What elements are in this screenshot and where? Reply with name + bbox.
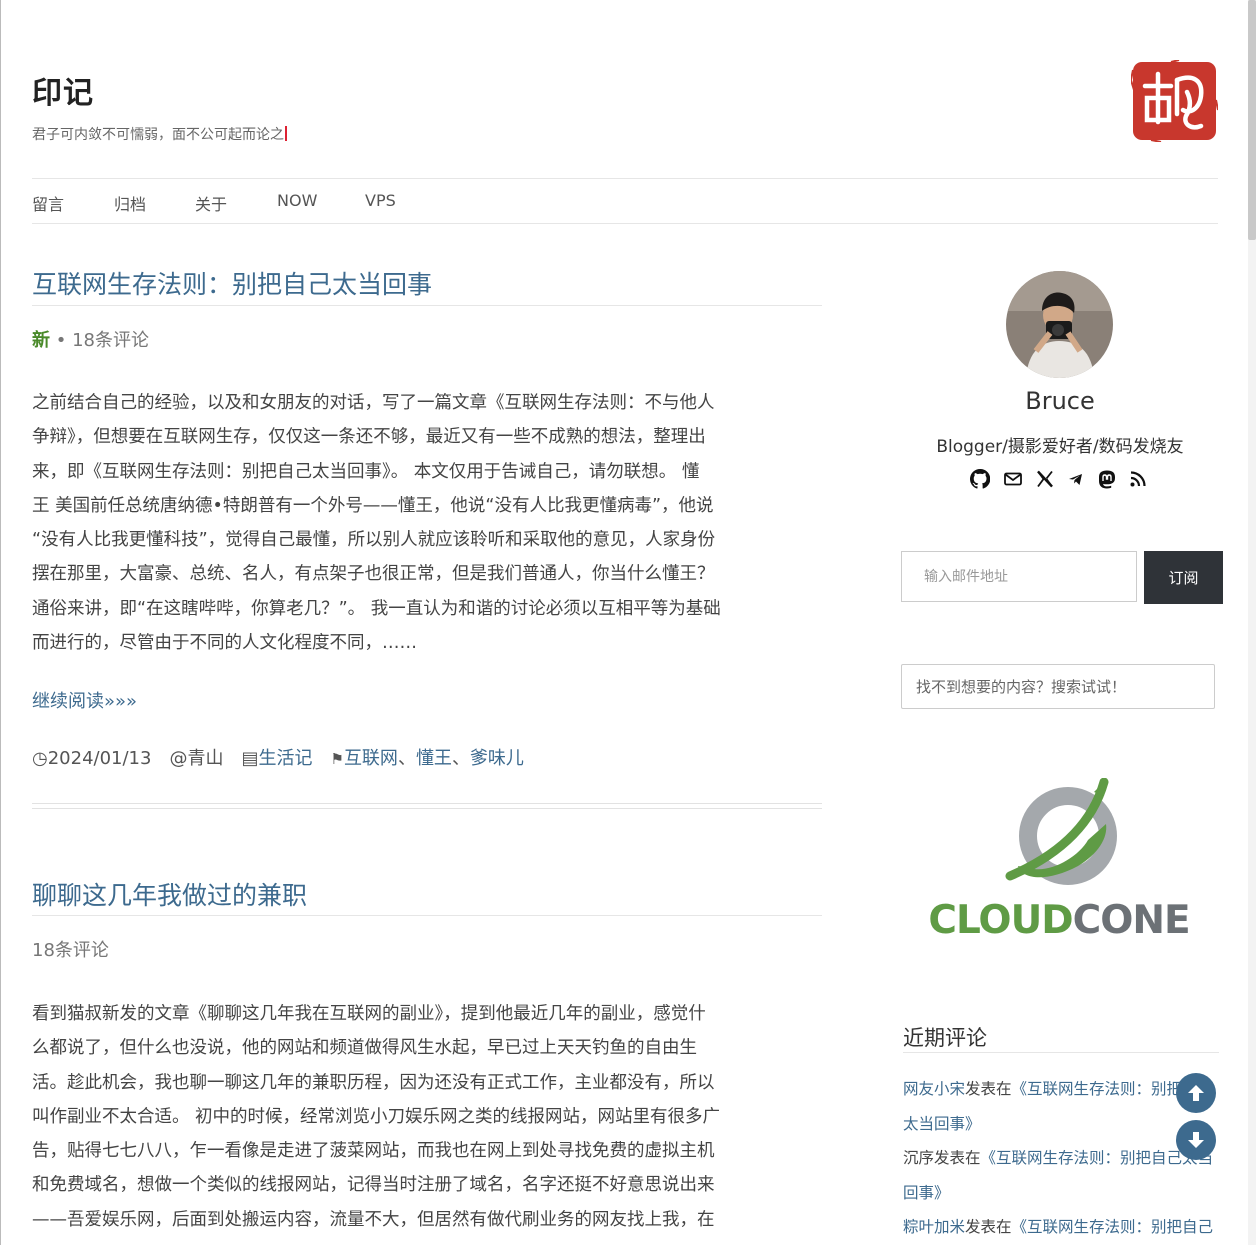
tag-flag-icon: ⚑ (330, 750, 344, 768)
post-excerpt: 之前结合自己的经验，以及和女朋友的对话，写了一篇文章《互联网生存法则：不与他人 … (32, 393, 721, 654)
post-separator (32, 803, 822, 809)
comment-count[interactable]: 18条评论 (72, 330, 149, 351)
tagline-text: 君子可内敛不可懦弱，面不公可起而论之 (32, 127, 284, 143)
post-author: @青山 (169, 748, 224, 769)
scroll-bottom-button[interactable] (1176, 1120, 1216, 1160)
post-date: 2024/01/13 (47, 748, 152, 769)
nav-item-guestbook[interactable]: 留言 (32, 191, 64, 215)
search-input[interactable] (901, 664, 1215, 709)
author-avatar (1006, 271, 1113, 378)
recent-comments-title: 近期评论 (903, 1026, 987, 1050)
author-bio: Blogger/摄影爱好者/数码发烧友 (936, 437, 1184, 457)
post-title[interactable]: 互联网生存法则：别把自己太当回事 (32, 265, 432, 301)
tag-separator: 、 (397, 748, 416, 769)
post-meta: 18条评论 (32, 936, 109, 962)
read-more-link[interactable]: 继续阅读»»» (32, 687, 137, 713)
social-links (969, 468, 1150, 491)
post-excerpt: 看到猫叔新发的文章《聊聊这几年我在互联网的副业》，提到他最近几年的副业，感觉什 … (32, 1004, 721, 1230)
comment-author: 沉序 (903, 1149, 935, 1167)
site-tagline: 君子可内敛不可懦弱，面不公可起而论之 (32, 124, 287, 144)
site-logo-seal[interactable] (1131, 60, 1218, 142)
ad-brand-part2: CONE (1072, 898, 1191, 943)
post-title[interactable]: 聊聊这几年我做过的兼职 (32, 876, 307, 912)
comment-author[interactable]: 粽叶加米 (903, 1218, 965, 1236)
x-icon[interactable] (1035, 469, 1055, 491)
comment-verb: 发表在 (965, 1218, 1012, 1236)
mastodon-icon[interactable] (1096, 469, 1116, 491)
post-meta: 新 • 18条评论 (32, 326, 149, 352)
email-icon[interactable] (1003, 469, 1023, 491)
comment-author[interactable]: 网友小宋 (903, 1080, 965, 1098)
site-title[interactable]: 印记 (32, 68, 94, 112)
ad-brand-text: CLOUDCONE (918, 898, 1200, 943)
rss-icon[interactable] (1128, 469, 1148, 491)
clock-icon: ◷ (32, 748, 48, 769)
meta-separator: • (50, 330, 73, 351)
cloudcone-logo-icon (1005, 777, 1117, 885)
scroll-top-button[interactable] (1176, 1073, 1216, 1113)
email-subscribe-input[interactable] (901, 551, 1137, 602)
comment-verb: 发表在 (934, 1149, 981, 1167)
author-name: Bruce (1025, 387, 1095, 415)
post-footer: ◷2024/01/13 @青山 ▤生活记 ⚑互联网、懂王、爹味儿 (32, 744, 524, 770)
arrow-down-icon (1188, 1132, 1204, 1148)
widget-divider (903, 1052, 1219, 1053)
new-badge: 新 (32, 330, 50, 351)
window-left-border (0, 0, 1, 1245)
recent-comments-list: 网友小宋发表在《互联网生存法则：别把自己太当回事》 沉序发表在《互联网生存法则：… (903, 1072, 1219, 1245)
ad-brand-part1: CLOUD (928, 898, 1073, 943)
comment-verb: 发表在 (965, 1080, 1012, 1098)
cloudcone-ad-banner[interactable]: CLOUDCONE (918, 777, 1200, 943)
list-item: 粽叶加米发表在《互联网生存法则：别把自己太当回事》 (903, 1210, 1219, 1245)
github-icon[interactable] (969, 468, 991, 491)
post-category[interactable]: 生活记 (258, 748, 312, 769)
nav-item-about[interactable]: 关于 (195, 191, 227, 215)
scrollbar-thumb[interactable] (1248, 0, 1256, 240)
post-tag[interactable]: 懂王 (416, 748, 452, 769)
post-tag[interactable]: 爹味儿 (470, 748, 524, 769)
telegram-icon[interactable] (1066, 469, 1086, 491)
nav-item-now[interactable]: NOW (277, 191, 317, 210)
typing-cursor (285, 126, 287, 141)
main-nav: 留言 归档 关于 NOW VPS (32, 178, 1218, 224)
subscribe-button[interactable]: 订阅 (1144, 551, 1223, 604)
category-icon: ▤ (241, 748, 259, 769)
arrow-up-icon (1188, 1085, 1204, 1101)
tag-separator: 、 (451, 748, 470, 769)
nav-item-vps[interactable]: VPS (365, 191, 396, 210)
list-item: 网友小宋发表在《互联网生存法则：别把自己太当回事》 (903, 1072, 1219, 1141)
nav-item-archive[interactable]: 归档 (114, 191, 146, 215)
comment-count[interactable]: 18条评论 (32, 940, 109, 961)
list-item: 沉序发表在《互联网生存法则：别把自己太当回事》 (903, 1141, 1219, 1210)
post-title-divider (32, 305, 822, 306)
post-tag[interactable]: 互联网 (344, 748, 398, 769)
post-title-divider (32, 915, 822, 916)
